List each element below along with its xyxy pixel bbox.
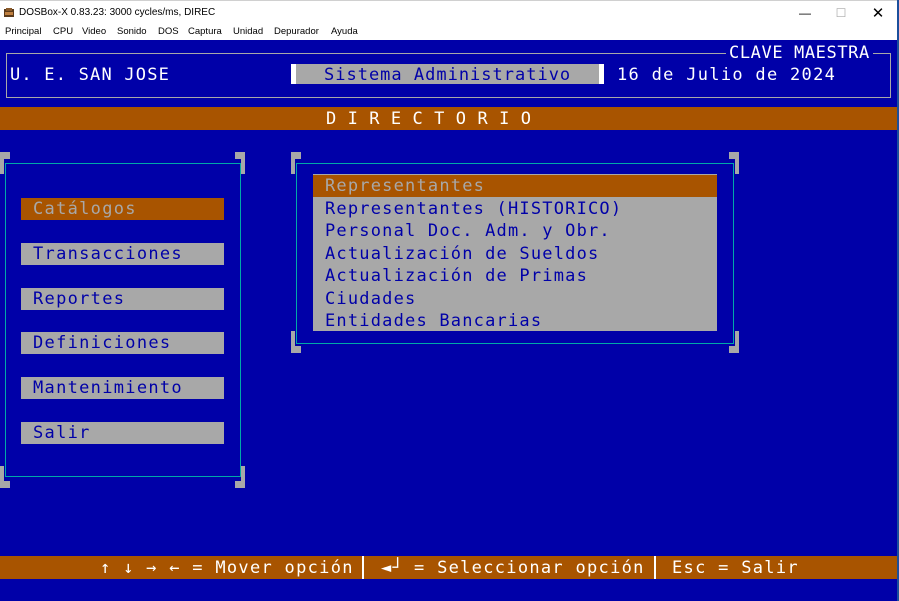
menu-depurador[interactable]: Depurador — [274, 26, 319, 37]
menu-button-label: Reportes — [33, 289, 126, 309]
menu-captura[interactable]: Captura — [188, 26, 222, 37]
maximize-button[interactable]: ☐ — [823, 3, 859, 23]
frame-corner — [291, 331, 295, 353]
menu-button-label: Salir — [33, 423, 91, 443]
frame-corner — [0, 152, 4, 174]
submenu-item-label: Entidades Bancarias — [325, 311, 543, 331]
menu-button-reportes[interactable]: Reportes — [21, 288, 224, 310]
submenu-item-label: Representantes (HISTORICO) — [325, 199, 623, 219]
menu-principal[interactable]: Principal — [5, 26, 41, 37]
submenu-item-label: Actualización de Sueldos — [325, 244, 600, 264]
menu-button-salir[interactable]: Salir — [21, 422, 224, 444]
minimize-button[interactable]: — — [787, 3, 823, 23]
menu-sonido[interactable]: Sonido — [117, 26, 147, 37]
menu-button-mantenimiento[interactable]: Mantenimiento — [21, 377, 224, 399]
school-name: U. E. SAN JOSE — [10, 65, 171, 85]
menu-video[interactable]: Video — [82, 26, 106, 37]
window-titlebar: DOSBox-X 0.83.23: 3000 cycles/ms, DIREC … — [0, 0, 899, 24]
frame-corner — [0, 466, 4, 488]
menu-button-transacciones[interactable]: Transacciones — [21, 243, 224, 265]
submenu-item-ciudades[interactable]: Ciudades — [313, 288, 717, 310]
menu-button-catalogos[interactable]: Catálogos — [21, 198, 224, 220]
frame-corner — [735, 152, 739, 174]
status-select-hint: = Seleccionar opción — [414, 558, 645, 578]
menu-button-label: Mantenimiento — [33, 378, 183, 398]
submenu-item-personal[interactable]: Personal Doc. Adm. y Obr. — [313, 220, 717, 242]
submenu-item-label: Ciudades — [325, 289, 417, 309]
menu-ayuda[interactable]: Ayuda — [331, 26, 358, 37]
status-move-hint: ↑ ↓ → ← = Mover opción — [100, 558, 354, 578]
submenu-item-primas[interactable]: Actualización de Primas — [313, 265, 717, 287]
frame-corner — [735, 331, 739, 353]
submenu-item-label: Actualización de Primas — [325, 266, 589, 286]
frame-corner — [241, 152, 245, 174]
submenu-item-representantes[interactable]: Representantes — [313, 175, 717, 197]
status-separator — [362, 556, 364, 579]
menu-cpu[interactable]: CPU — [53, 26, 73, 37]
frame-corner — [241, 466, 245, 488]
frame-corner — [291, 152, 295, 174]
enter-key-icon: ◄┘ — [381, 558, 405, 578]
menu-button-label: Transacciones — [33, 244, 183, 264]
window-title: DOSBox-X 0.83.23: 3000 cycles/ms, DIREC — [19, 7, 216, 18]
menu-unidad[interactable]: Unidad — [233, 26, 263, 37]
menu-dos[interactable]: DOS — [158, 26, 179, 37]
close-button[interactable]: ✕ — [860, 3, 896, 23]
system-name: Sistema Administrativo — [324, 65, 572, 85]
screen-title: DIRECTORIO — [326, 109, 543, 129]
access-mode-label: CLAVE MAESTRA — [726, 43, 873, 63]
submenu-item-representantes-historico[interactable]: Representantes (HISTORICO) — [313, 198, 717, 220]
menubar: Principal CPU Video Sonido DOS Captura U… — [0, 24, 899, 40]
status-exit-hint: Esc = Salir — [672, 558, 799, 578]
dos-screen[interactable]: CLAVE MAESTRA U. E. SAN JOSE Sistema Adm… — [0, 40, 897, 601]
submenu-item-label: Personal Doc. Adm. y Obr. — [325, 221, 611, 241]
menu-button-label: Definiciones — [33, 333, 172, 353]
submenu-item-label: Representantes — [325, 176, 486, 196]
status-separator — [654, 556, 656, 579]
submenu-item-entidades-bancarias[interactable]: Entidades Bancarias — [313, 310, 717, 332]
menu-button-label: Catálogos — [33, 199, 137, 219]
submenu-item-sueldos[interactable]: Actualización de Sueldos — [313, 243, 717, 265]
menu-button-definiciones[interactable]: Definiciones — [21, 332, 224, 354]
current-date: 16 de Julio de 2024 — [617, 65, 837, 85]
dosbox-icon — [4, 8, 14, 17]
